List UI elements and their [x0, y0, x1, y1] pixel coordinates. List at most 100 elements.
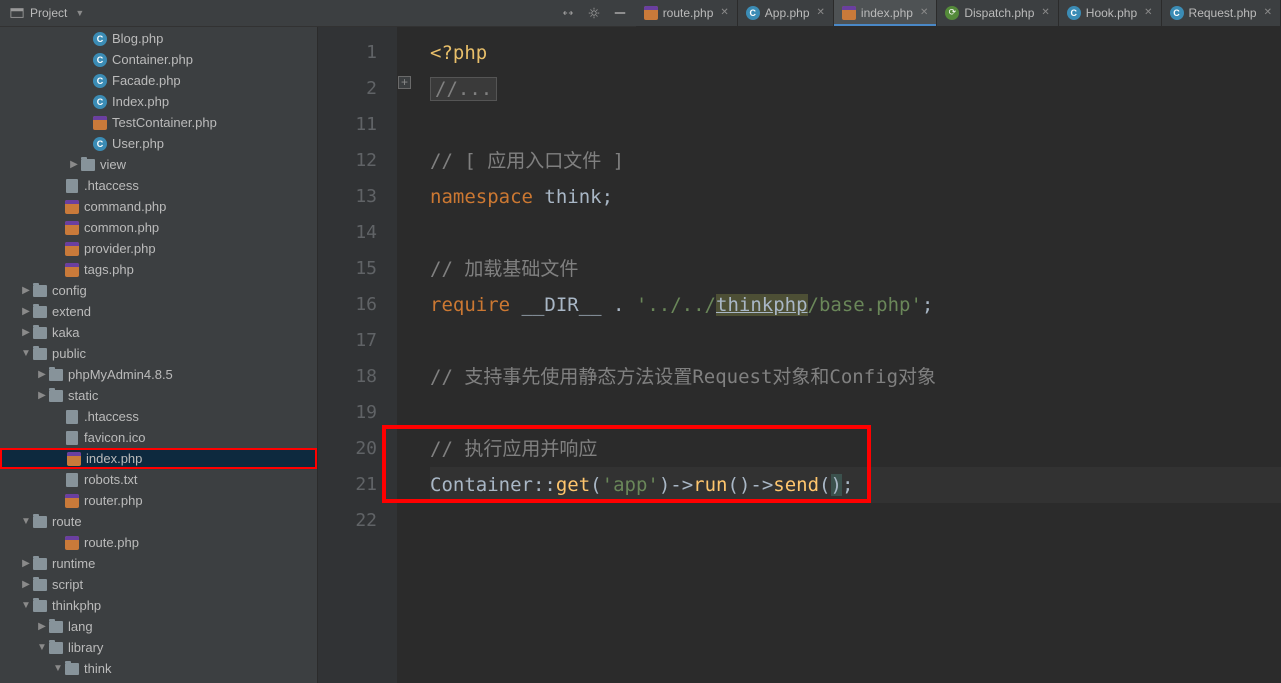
tree-item[interactable]: ▶index.php	[0, 448, 317, 469]
line-number-gutter: 12111213141516171819202122	[318, 27, 398, 683]
tree-item[interactable]: ▶.htaccess	[0, 175, 317, 196]
tree-item-label: router.php	[84, 493, 143, 508]
tree-item[interactable]: ▼ library	[0, 637, 317, 658]
tree-item[interactable]: ▶provider.php	[0, 238, 317, 259]
tree-item-label: static	[68, 388, 98, 403]
expand-arrow-icon[interactable]: ▼	[36, 642, 48, 653]
tree-item-label: route.php	[84, 535, 139, 550]
file-icon	[64, 430, 80, 446]
tree-item[interactable]: ▶extend	[0, 301, 317, 322]
caret-down-icon: ▼	[75, 8, 84, 18]
tree-item-label: TestContainer.php	[112, 115, 217, 130]
code-editor[interactable]: 12111213141516171819202122 + <?php //...…	[318, 27, 1281, 683]
tree-item-label: library	[68, 640, 103, 655]
expand-arrow-icon[interactable]: ▶	[36, 369, 48, 380]
expand-arrow-icon[interactable]: ▶	[36, 390, 48, 401]
expand-arrow-icon[interactable]: ▼	[20, 600, 32, 611]
line-number: 1	[318, 35, 397, 71]
tree-item[interactable]: ▶ view	[0, 154, 317, 175]
tree-item[interactable]: ▼think	[0, 658, 317, 679]
line-number: 18	[318, 359, 397, 395]
expand-arrow-icon[interactable]: ▶	[20, 285, 32, 296]
tree-item[interactable]: ▶CContainer.php	[0, 49, 317, 70]
code-area[interactable]: <?php //... // [ 应用入口文件 ] namespace thin…	[398, 27, 1281, 683]
tree-item[interactable]: ▶favicon.ico	[0, 427, 317, 448]
expand-arrow-icon[interactable]: ▶	[20, 306, 32, 317]
close-icon[interactable]: ✕	[718, 7, 728, 18]
gear-icon[interactable]	[586, 5, 602, 21]
tree-item[interactable]: ▶router.php	[0, 490, 317, 511]
tree-item-label: view	[100, 157, 126, 172]
tree-item[interactable]: ▶CUser.php	[0, 133, 317, 154]
editor-tab[interactable]: index.php ✕	[834, 0, 937, 26]
file-icon	[32, 556, 48, 572]
editor-tab[interactable]: CRequest.php✕	[1162, 0, 1281, 26]
editor-tab[interactable]: CHook.php✕	[1059, 0, 1162, 26]
tree-item[interactable]: ▶.htaccess	[0, 406, 317, 427]
tree-item[interactable]: ▼route	[0, 511, 317, 532]
editor-tabs: route.php✕CApp.php✕index.php✕⟳Dispatch.p…	[636, 0, 1281, 27]
file-icon	[64, 409, 80, 425]
close-icon[interactable]: ✕	[918, 7, 928, 18]
file-icon	[64, 199, 80, 215]
tree-item[interactable]: ▶common.php	[0, 217, 317, 238]
editor-tab[interactable]: route.php✕	[636, 0, 738, 26]
tree-item[interactable]: ▶route.php	[0, 532, 317, 553]
project-tree[interactable]: ▶CBlog.php▶CContainer.php▶CFacade.php▶CI…	[0, 27, 318, 683]
tree-item[interactable]: ▶ phpMyAdmin4.8.5	[0, 364, 317, 385]
close-icon[interactable]: ✕	[1142, 7, 1152, 18]
tree-item[interactable]: ▶kaka	[0, 322, 317, 343]
path-link[interactable]: thinkphp	[716, 294, 808, 316]
tree-item-label: Index.php	[112, 94, 169, 109]
tree-item[interactable]: ▶ runtime	[0, 553, 317, 574]
close-icon[interactable]: ✕	[815, 7, 825, 18]
tree-item-label: index.php	[86, 451, 142, 466]
file-icon	[64, 220, 80, 236]
tab-label: index.php	[861, 6, 913, 20]
editor-tab[interactable]: CApp.php✕	[738, 0, 834, 26]
file-icon: C	[1067, 6, 1081, 20]
close-icon[interactable]: ✕	[1039, 7, 1049, 18]
project-dropdown[interactable]: Project ▼	[0, 0, 94, 26]
file-icon	[92, 115, 108, 131]
expand-arrow-icon[interactable]: ▶	[20, 558, 32, 569]
tree-item-label: Facade.php	[112, 73, 181, 88]
tree-item[interactable]: ▶command.php	[0, 196, 317, 217]
expand-arrow-icon[interactable]: ▶	[36, 621, 48, 632]
tree-item[interactable]: ▶CFacade.php	[0, 70, 317, 91]
tree-item-label: runtime	[52, 556, 95, 571]
tree-item[interactable]: ▶CBlog.php	[0, 28, 317, 49]
tree-item[interactable]: ▶script	[0, 574, 317, 595]
file-icon: C	[92, 31, 108, 47]
file-icon: C	[92, 136, 108, 152]
collapse-icon[interactable]	[560, 5, 576, 21]
folded-region[interactable]: //...	[430, 77, 497, 101]
tree-item[interactable]: ▶TestContainer.php	[0, 112, 317, 133]
close-icon[interactable]: ✕	[1262, 7, 1272, 18]
expand-arrow-icon[interactable]: ▼	[20, 348, 32, 359]
tree-item[interactable]: ▶CIndex.php	[0, 91, 317, 112]
tree-item[interactable]: ▶robots.txt	[0, 469, 317, 490]
tree-item[interactable]: ▶ static	[0, 385, 317, 406]
editor-tab[interactable]: ⟳Dispatch.php✕	[937, 0, 1058, 26]
file-icon: C	[92, 94, 108, 110]
highlight-box	[382, 425, 871, 503]
tree-item-label: phpMyAdmin4.8.5	[68, 367, 173, 382]
expand-arrow-icon[interactable]: ▶	[20, 327, 32, 338]
expand-arrow-icon[interactable]: ▶	[20, 579, 32, 590]
line-number: 17	[318, 323, 397, 359]
tree-item[interactable]: ▶config	[0, 280, 317, 301]
tab-label: Request.php	[1189, 6, 1257, 20]
line-number: 13	[318, 179, 397, 215]
expand-arrow-icon[interactable]: ▼	[20, 516, 32, 527]
tree-item[interactable]: ▼thinkphp	[0, 595, 317, 616]
expand-arrow-icon[interactable]: ▼	[52, 663, 64, 674]
tree-item[interactable]: ▶lang	[0, 616, 317, 637]
file-icon: ⟳	[945, 6, 959, 20]
tree-item[interactable]: ▼public	[0, 343, 317, 364]
comment: // [ 应用入口文件 ]	[430, 150, 624, 172]
minimize-icon[interactable]	[612, 5, 628, 21]
tree-item[interactable]: ▶tags.php	[0, 259, 317, 280]
tree-item-label: .htaccess	[84, 178, 139, 193]
expand-arrow-icon[interactable]: ▶	[68, 159, 80, 170]
